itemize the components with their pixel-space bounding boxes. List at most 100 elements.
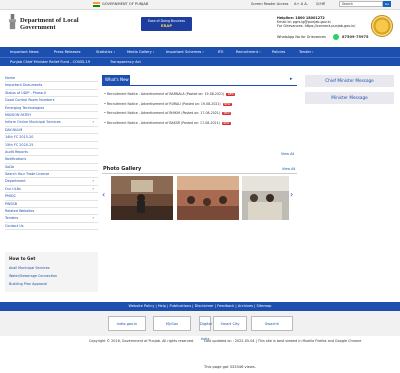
sidebar-item-label: Audit Reports <box>5 149 28 154</box>
smart-city-logo[interactable]: Smart City <box>213 316 247 331</box>
sidebar-item-label: MISSION FATEH <box>5 112 31 117</box>
sidebar-item[interactable]: Audit Reports <box>5 149 98 157</box>
sidebar-item[interactable]: Important Documents <box>5 82 98 90</box>
sidebar-item[interactable]: Good Control Room Numbers <box>5 97 98 105</box>
top-strip: GOVERNMENT OF PUNJAB Screen Reader Acces… <box>0 0 400 10</box>
new-badge: NEW <box>221 121 231 125</box>
chevron-right-icon: › <box>92 119 94 125</box>
sidebar-item[interactable]: 15th FC 2020-25 <box>5 142 98 149</box>
screen-reader-link[interactable]: Screen Reader Access <box>251 2 288 6</box>
new-badge: NEW <box>222 102 232 106</box>
sidebar-item[interactable]: Tenders › <box>5 215 98 223</box>
nav-transparency-act[interactable]: Transparency Act <box>110 58 141 66</box>
india-flag-icon <box>93 2 100 7</box>
sidebar-item-label: Department <box>5 179 26 184</box>
sidebar-item[interactable]: PMIDC <box>5 193 98 201</box>
how-to-item[interactable]: Building Plan Approval <box>9 282 47 286</box>
sidebar-item-label: Inform Online Municipal Services <box>5 120 61 125</box>
whatsapp-number: 87509-75975 <box>342 35 369 39</box>
gallery-next-icon[interactable]: › <box>290 190 293 199</box>
sidebar-item[interactable]: Contact Us <box>5 223 98 231</box>
sidebar-item[interactable]: Search Your Trade License <box>5 171 98 179</box>
gallery-prev-icon[interactable]: ‹ <box>102 190 105 199</box>
sidebar-item[interactable]: MISSION FATEH <box>5 112 98 120</box>
whats-new-view-all[interactable]: View All <box>281 152 294 156</box>
how-to-item[interactable]: Avail Municipal Services <box>9 266 50 270</box>
state-emblem-icon <box>8 14 17 30</box>
photo-gallery-view-all[interactable]: View All <box>282 167 295 171</box>
how-to-item[interactable]: Water/Sewerage Connection <box>9 274 57 278</box>
sidebar-item[interactable]: Our ULBs › <box>5 185 98 194</box>
swachh-logo[interactable]: Swachh <box>251 316 293 331</box>
nav-important-news[interactable]: Important News <box>10 47 39 57</box>
minister-message-button[interactable]: Minister Message <box>305 92 394 104</box>
digital-india-logo[interactable]: Digital India <box>199 316 212 341</box>
news-item[interactable]: • Recruitment Notice - Advertisement of … <box>104 92 236 96</box>
sidebar-item[interactable]: Home <box>5 75 98 83</box>
sidebar-item-label: PWSSB <box>5 201 18 206</box>
nav-press-releases[interactable]: Press Releases <box>54 47 81 57</box>
new-badge: NEW <box>226 93 236 96</box>
nav-rti[interactable]: RTI <box>218 47 224 57</box>
mygov-logo[interactable]: MyGov <box>153 316 191 331</box>
news-item-text: Recruitment Notice - Advertisement of RU… <box>106 101 221 106</box>
sidebar-item-label: Contact Us <box>5 223 24 228</box>
nav-policies[interactable]: Policies <box>272 47 285 57</box>
main-nav: Important News Press Releases Statistics… <box>0 47 400 57</box>
copyright-text: Copyright © 2016, Government of Punjab. … <box>89 339 195 343</box>
sidebar-item-label: Emerging Technologies <box>5 105 45 110</box>
news-item[interactable]: • Recruitment Notice - Advertisement of … <box>104 111 232 115</box>
language-switch[interactable]: ਪੰਜਾਬੀ <box>316 2 325 6</box>
whats-new-next-icon[interactable]: ▸ <box>290 76 293 82</box>
last-updated-text: Last updated on : 2022-05-04 | This site… <box>204 339 362 343</box>
sidebar-item-label: Notifications <box>5 157 27 162</box>
new-badge: NEW <box>222 112 232 115</box>
whats-new-tab[interactable]: What's New <box>102 75 130 85</box>
sidebar-item[interactable]: SoDA <box>5 164 98 172</box>
government-label: GOVERNMENT OF PUNJAB <box>102 2 149 6</box>
nav-important-schemes[interactable]: Important Schemes › <box>166 47 204 57</box>
sidebar-item[interactable]: Department › <box>5 178 98 186</box>
sidebar-item[interactable]: Related Websites <box>5 208 98 216</box>
nav-recruitment[interactable]: Recruitment › <box>236 47 261 57</box>
font-size-controls[interactable]: A+ A A- <box>294 2 308 6</box>
gallery-photo[interactable] <box>242 176 289 220</box>
nav-statistics[interactable]: Statistics › <box>96 47 115 57</box>
department-title: Department of Local Government <box>20 17 79 31</box>
footer-links[interactable]: Website Policy | Help | Publications | D… <box>0 302 400 311</box>
sidebar-item-label: Search Your Trade License <box>5 172 50 177</box>
sidebar-item-label: Our ULBs <box>5 186 21 191</box>
sidebar-item[interactable]: Emerging Technologies <box>5 105 98 112</box>
sidebar-item[interactable]: Status of UDIP - Phase-II <box>5 90 98 98</box>
sidebar-item[interactable]: DAY-NULM <box>5 127 98 135</box>
gallery-photo[interactable] <box>111 176 173 220</box>
punjab-seal-icon <box>371 15 393 37</box>
page-views-text: This page got 333346 views. <box>204 365 256 369</box>
news-item-text: Recruitment Notice - Advertisement of BA… <box>106 92 225 96</box>
search-button[interactable]: Go <box>383 1 391 7</box>
sidebar-menu: Home Important Documents Status of UDIP - … <box>5 75 98 231</box>
gallery-photo[interactable] <box>177 176 239 220</box>
nav-tender[interactable]: Tender › <box>299 47 314 57</box>
news-item[interactable]: • Recruitment Notice - Advertisement of … <box>104 121 231 125</box>
nav-media-gallery[interactable]: Media Gallery › <box>127 47 154 57</box>
india-gov-logo[interactable]: india.gov.in <box>108 316 146 331</box>
search-input[interactable]: Search <box>339 1 383 7</box>
news-item[interactable]: • Recruitment Notice - Advertisement of … <box>104 102 232 106</box>
helpline-info: Helpline: 1800 18001272 Email id: pgrs.l… <box>277 16 356 29</box>
whatsapp-icon <box>333 34 339 40</box>
sidebar-item-label: SoDA <box>5 164 15 169</box>
eodb-banner[interactable]: Ease of Doing Business ERAP <box>141 17 192 31</box>
sidebar-item-label: Tenders <box>5 216 19 221</box>
sidebar-item-label: Status of UDIP - Phase-II <box>5 90 47 95</box>
sidebar-item-label: 14th FC 2015-20 <box>5 135 34 140</box>
chevron-right-icon: › <box>92 185 94 191</box>
sidebar-item[interactable]: PWSSB <box>5 201 98 209</box>
nav-cm-relief-fund[interactable]: Punjab Chief Minister Relief Fund - COVI… <box>10 58 90 66</box>
cm-message-button[interactable]: Chief Minister Message <box>305 75 394 87</box>
sidebar-item[interactable]: Inform Online Municipal Services › <box>5 119 98 127</box>
secondary-nav: Punjab Chief Minister Relief Fund - COVI… <box>0 57 400 66</box>
how-to-get-title: How to Get <box>9 256 36 261</box>
sidebar-item[interactable]: 14th FC 2015-20 <box>5 134 98 142</box>
sidebar-item[interactable]: Notifications <box>5 156 98 164</box>
